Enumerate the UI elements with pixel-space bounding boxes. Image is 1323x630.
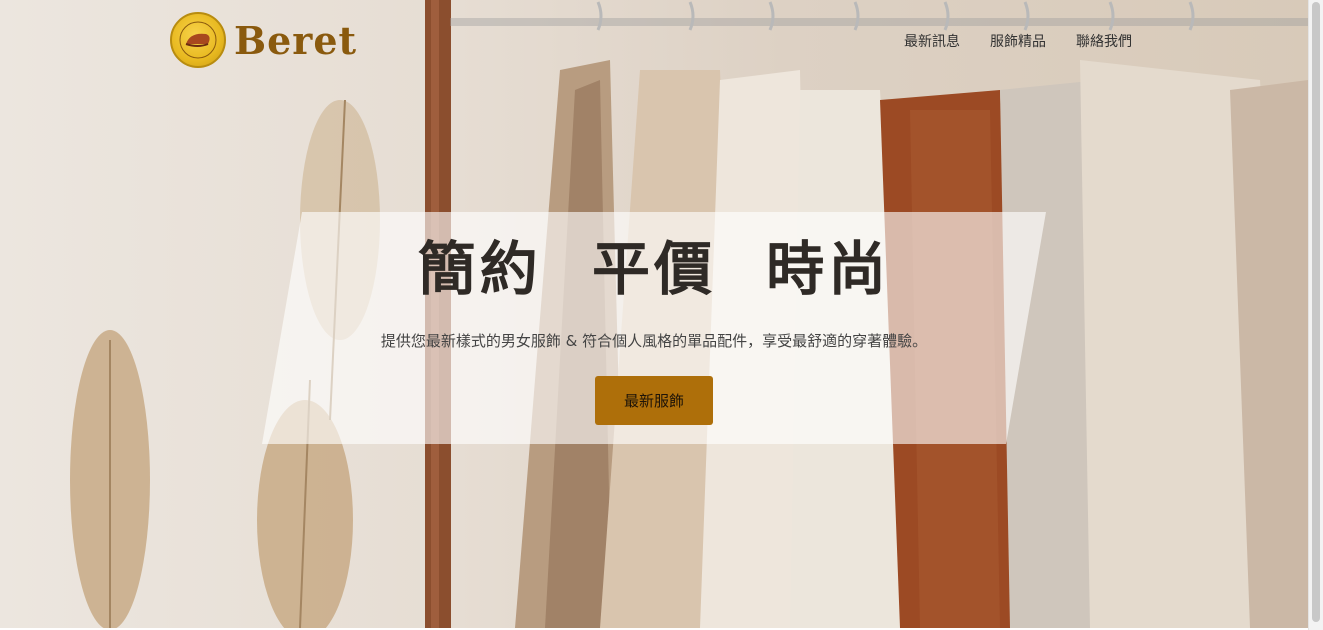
nav-item-news[interactable]: 最新訊息 — [904, 31, 960, 51]
beret-icon — [179, 21, 217, 59]
nav-item-products[interactable]: 服飾精品 — [990, 31, 1046, 51]
scrollbar-thumb[interactable] — [1312, 2, 1320, 622]
main-nav: 最新訊息 服飾精品 聯絡我們 — [904, 31, 1162, 51]
logo-text: Beret — [234, 17, 358, 63]
nav-item-contact[interactable]: 聯絡我們 — [1076, 31, 1132, 51]
latest-clothing-button[interactable]: 最新服飾 — [595, 376, 713, 425]
page-scrollbar[interactable] — [1308, 0, 1323, 630]
logo-badge — [170, 12, 226, 68]
hero-headline: 簡約 平價 時尚 — [417, 235, 891, 303]
logo[interactable]: Beret — [170, 12, 357, 68]
hero-section: Beret 最新訊息 服飾精品 聯絡我們 簡約 平價 時尚 提供您最新樣式的男女… — [0, 0, 1308, 628]
hero-subtitle: 提供您最新樣式的男女服飾 & 符合個人風格的單品配件，享受最舒適的穿著體驗。 — [380, 332, 928, 350]
